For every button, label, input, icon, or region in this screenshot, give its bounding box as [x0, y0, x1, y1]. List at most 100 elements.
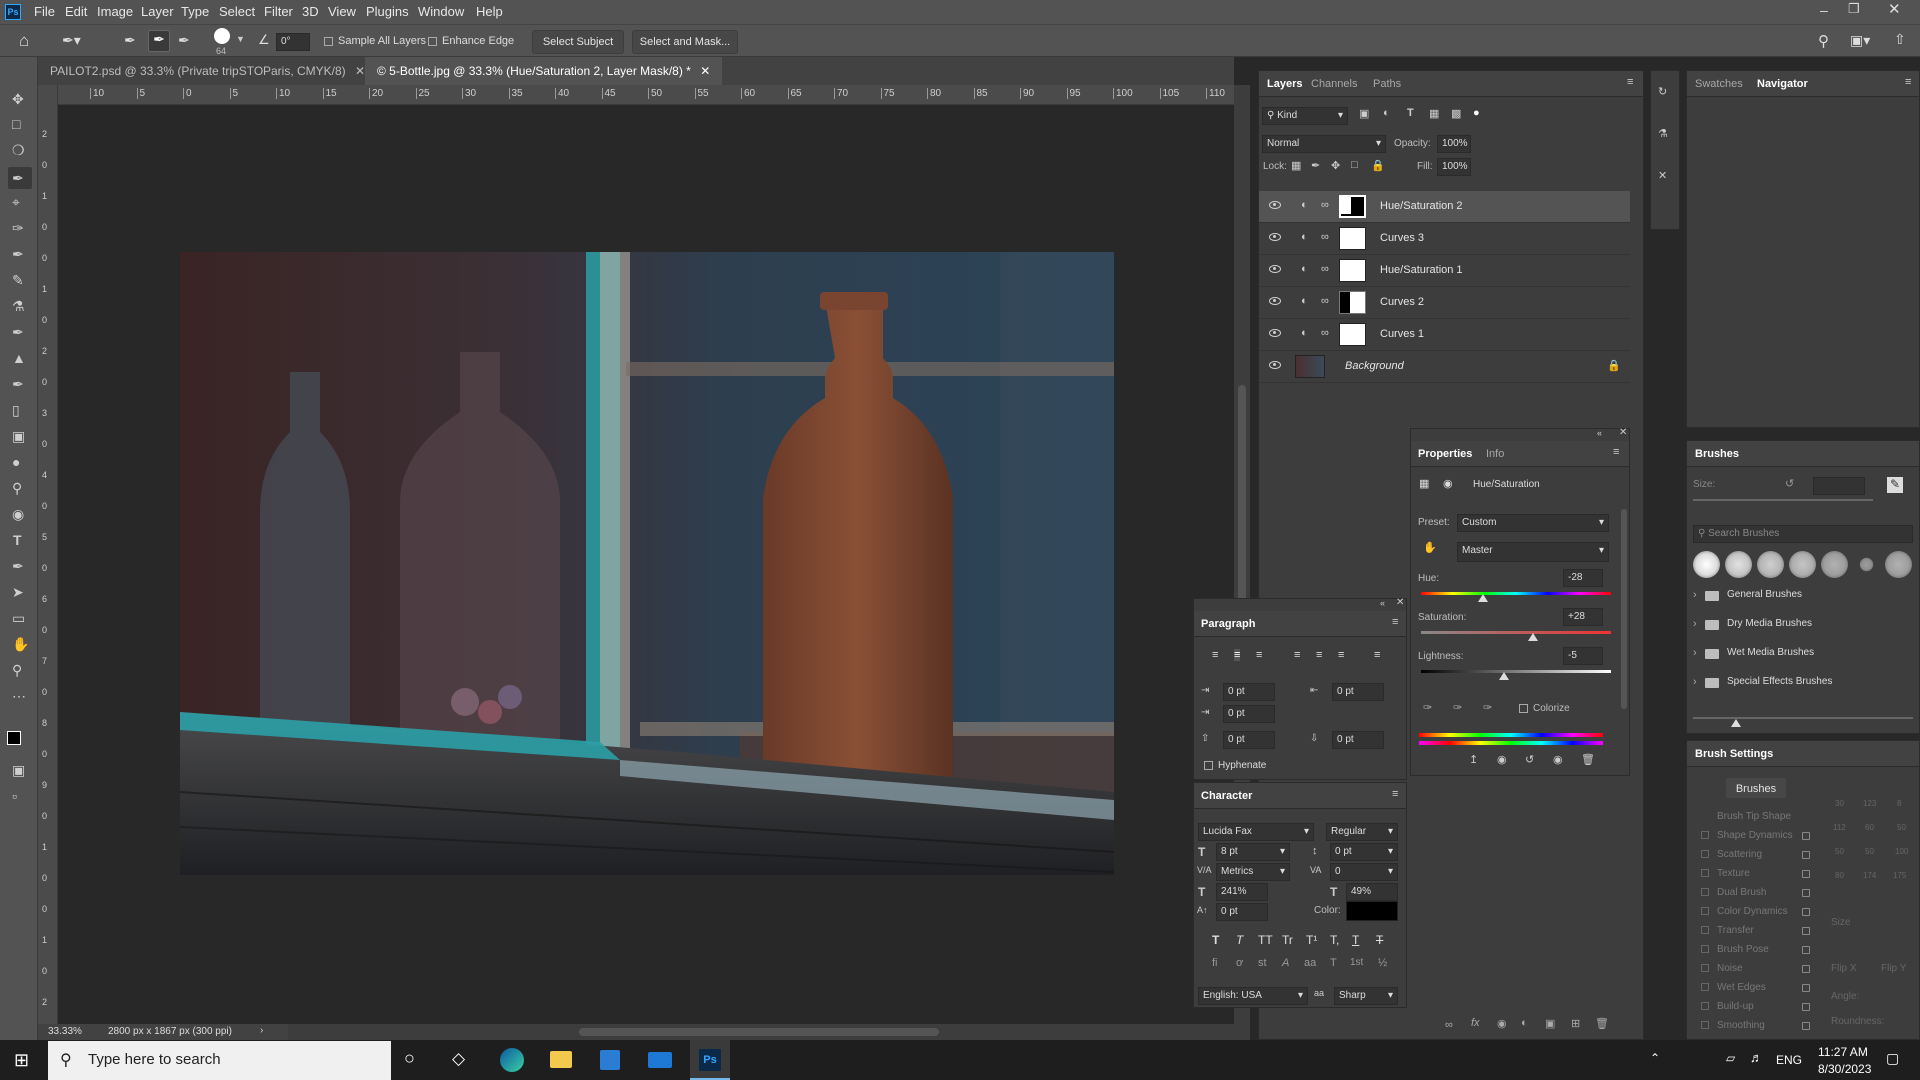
brush-setting-item[interactable]: Color Dynamics — [1717, 906, 1788, 917]
menu-image[interactable]: Image — [97, 4, 133, 19]
panel-menu-icon[interactable]: ≡ — [1392, 788, 1398, 800]
chevron-right-icon[interactable]: › — [1693, 618, 1697, 630]
hyphenate-checkbox[interactable] — [1204, 761, 1213, 770]
pattern-stamp-tool-icon[interactable]: ✒ — [12, 377, 24, 391]
tab-layers[interactable]: Layers — [1267, 78, 1302, 90]
angle-input[interactable]: 0° — [276, 33, 310, 51]
photoshop-taskbar-button[interactable]: Ps — [690, 1040, 730, 1080]
link-icon[interactable]: ∞ — [1321, 327, 1329, 339]
eyedropper-tool-icon[interactable]: ✑ — [12, 221, 24, 235]
brushes-button[interactable]: Brushes — [1725, 777, 1787, 799]
adjustment-icon[interactable]: ▦ — [1419, 477, 1429, 490]
lasso-tool-icon[interactable]: ❍ — [12, 143, 25, 157]
colorize-checkbox[interactable] — [1519, 704, 1528, 713]
vertical-scale-input[interactable]: 241% — [1216, 883, 1268, 901]
sponge-tool-icon[interactable]: ◉ — [12, 507, 24, 521]
tools-icon[interactable]: ✕ — [1658, 169, 1667, 182]
brush-size-slider[interactable] — [1693, 499, 1873, 501]
layer-row[interactable]: ◐ ∞ Curves 3 — [1259, 223, 1630, 255]
chevron-down-icon[interactable]: ▼ — [236, 34, 245, 44]
fill-input[interactable]: 100% — [1437, 158, 1471, 176]
panel-menu-icon[interactable]: ≡ — [1905, 76, 1911, 88]
brush-preset[interactable] — [1789, 551, 1816, 578]
justify-last-center-icon[interactable]: ≡ — [1316, 649, 1322, 661]
brush-setting-item[interactable]: Transfer — [1717, 925, 1754, 936]
link-layers-icon[interactable]: ∞ — [1445, 1019, 1453, 1031]
brush-tip[interactable]: 123 — [1863, 799, 1876, 808]
visibility-eye-icon[interactable] — [1269, 329, 1281, 337]
brush-tip[interactable]: 60 — [1865, 823, 1874, 832]
brush-preset[interactable] — [1693, 551, 1720, 578]
align-left-icon[interactable]: ≡ — [1212, 649, 1218, 661]
layer-mask-thumbnail[interactable] — [1339, 195, 1366, 218]
history-icon[interactable]: ↻ — [1658, 85, 1667, 98]
layer-row[interactable]: ◐ ∞ Curves 2 — [1259, 287, 1630, 319]
brush-setting-checkbox[interactable] — [1701, 869, 1709, 877]
brush-setting-item[interactable]: Scattering — [1717, 849, 1762, 860]
menu-edit[interactable]: Edit — [65, 4, 87, 19]
file-explorer-icon[interactable] — [550, 1051, 572, 1068]
lock-image-icon[interactable]: ✒ — [1311, 159, 1320, 172]
brush-setting-checkbox[interactable] — [1701, 945, 1709, 953]
brush-settings-title[interactable]: Brush Settings — [1695, 748, 1773, 760]
eyedropper-add-icon[interactable]: ✑ — [1453, 701, 1462, 714]
panel-menu-icon[interactable]: ≡ — [1627, 76, 1633, 88]
panel-menu-icon[interactable]: ≡ — [1613, 446, 1619, 458]
blur-tool-icon[interactable]: ● — [12, 455, 20, 469]
new-adjustment-icon[interactable]: ◐ — [1521, 1017, 1528, 1029]
visibility-eye-icon[interactable] — [1269, 361, 1281, 369]
add-mask-icon[interactable]: ◉ — [1497, 1017, 1507, 1030]
language-indicator[interactable]: ENG — [1776, 1053, 1802, 1067]
layer-mask-thumbnail[interactable] — [1339, 227, 1366, 250]
dodge-tool-icon[interactable]: ⚲ — [12, 481, 22, 495]
underline-button[interactable]: T — [1352, 933, 1359, 947]
brush-tip[interactable]: 50 — [1835, 847, 1844, 856]
flip-x-checkbox[interactable]: Flip X — [1831, 963, 1857, 974]
text-color-swatch[interactable] — [1346, 901, 1398, 921]
delete-layer-icon[interactable]: 🗑 — [1595, 1017, 1609, 1030]
lock-transparent-icon[interactable]: ▦ — [1291, 159, 1301, 172]
link-icon[interactable]: ∞ — [1321, 263, 1329, 275]
stylistic-alternates-button[interactable]: aa — [1304, 957, 1316, 969]
document-image[interactable] — [180, 252, 1114, 875]
more-tools-icon[interactable]: ⋯ — [12, 689, 26, 703]
brush-setting-checkbox[interactable] — [1701, 888, 1709, 896]
collapse-icon[interactable]: « — [1380, 598, 1385, 608]
quick-selection-tool-icon[interactable]: ✒ — [8, 167, 32, 189]
menu-window[interactable]: Window — [418, 4, 464, 19]
delete-adjustment-icon[interactable]: 🗑 — [1581, 753, 1595, 766]
menu-plugins[interactable]: Plugins — [366, 4, 409, 19]
paint-bucket-tool-icon[interactable]: ▣ — [12, 429, 25, 443]
antialias-select[interactable]: Sharp ▾ — [1334, 987, 1398, 1005]
character-title[interactable]: Character — [1201, 790, 1252, 802]
network-icon[interactable]: ▱ — [1726, 1051, 1735, 1065]
kerning-select[interactable]: Metrics ▾ — [1216, 863, 1290, 881]
brush-setting-checkbox[interactable] — [1701, 964, 1709, 972]
tab-paris[interactable]: Paris, CMYK/8) ✕ — [251, 57, 377, 85]
zoom-level[interactable]: 33.33% — [48, 1026, 82, 1037]
brush-setting-item[interactable]: Smoothing — [1717, 1020, 1765, 1031]
clone-source-icon[interactable]: ⚗ — [1658, 127, 1668, 140]
align-right-icon[interactable]: ≡ — [1256, 649, 1262, 661]
tab-channels[interactable]: Channels — [1311, 78, 1357, 90]
layer-row[interactable]: ◐ ∞ Hue/Saturation 2 — [1259, 191, 1630, 223]
taskbar-search-box[interactable]: ⚲ Type here to search — [48, 1041, 391, 1080]
subtract-selection-icon[interactable]: ✒ — [178, 32, 190, 49]
store-icon[interactable] — [600, 1050, 620, 1070]
layer-row[interactable]: ◐ ∞ Hue/Saturation 1 — [1259, 255, 1630, 287]
reset-icon[interactable]: ↺ — [1785, 477, 1794, 490]
lightness-slider-thumb[interactable] — [1499, 672, 1509, 680]
indent-right-input[interactable]: 0 pt — [1332, 683, 1384, 701]
faux-bold-button[interactable]: T — [1212, 933, 1219, 947]
leading-input[interactable]: 0 pt ▾ — [1330, 843, 1398, 861]
preset-select[interactable]: Custom ▾ — [1457, 514, 1609, 532]
menu-select[interactable]: Select — [219, 4, 255, 19]
link-icon[interactable]: ∞ — [1321, 295, 1329, 307]
new-group-icon[interactable]: ▣ — [1545, 1017, 1555, 1030]
close-window-button[interactable]: ✕ — [1888, 0, 1901, 18]
menu-type[interactable]: Type — [181, 4, 209, 19]
old-style-button[interactable]: ơ — [1236, 957, 1243, 969]
ligatures-button[interactable]: fi — [1212, 957, 1218, 969]
slider-thumb[interactable] — [1731, 719, 1741, 727]
brush-setting-item[interactable]: Dual Brush — [1717, 887, 1766, 898]
